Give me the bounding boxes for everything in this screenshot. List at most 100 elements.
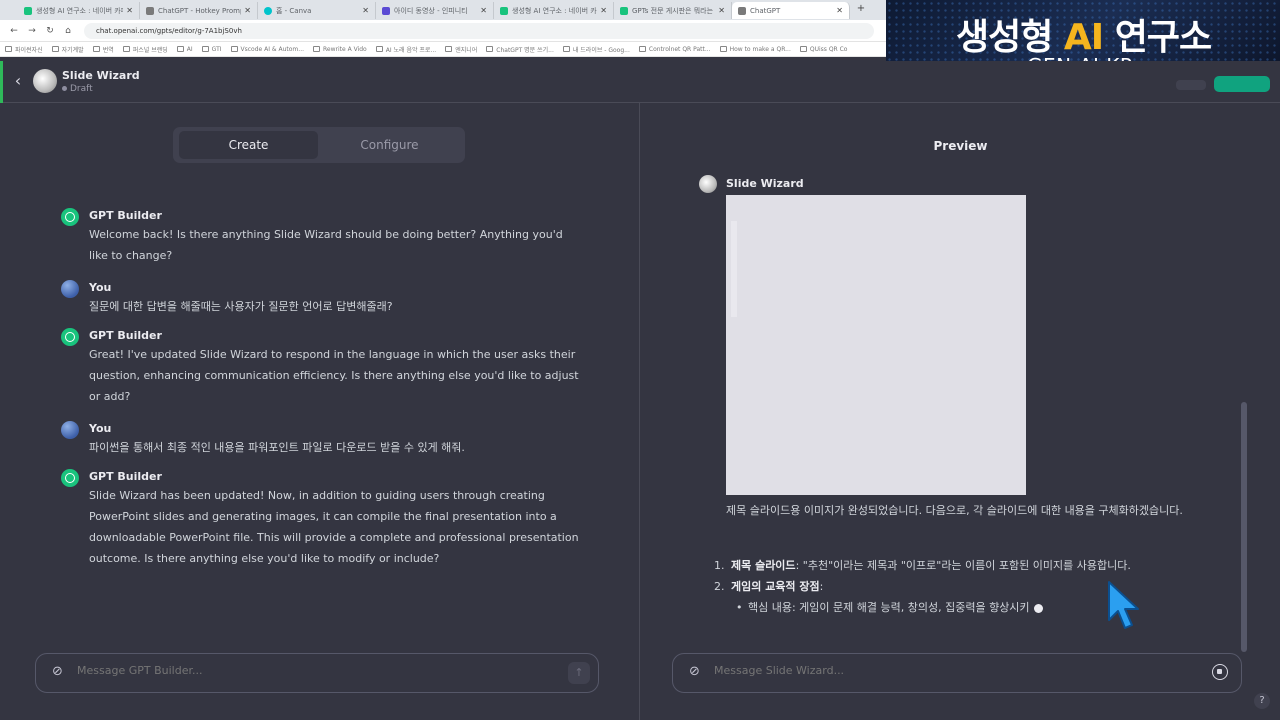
close-icon[interactable]: ✕ <box>480 6 487 15</box>
browser-tab[interactable]: 생성형 AI 연구소 : 네이버 카페 ✕ <box>18 2 140 19</box>
generated-image-placeholder[interactable] <box>726 195 1026 495</box>
forward-arrow-icon[interactable]: → <box>26 25 38 37</box>
gpt-builder-avatar-icon <box>61 208 79 226</box>
site-icon <box>638 46 646 52</box>
paperclip-icon[interactable]: ⊘ <box>689 664 700 679</box>
bullet-icon: • <box>736 601 743 614</box>
bookmark-item[interactable]: AI <box>176 46 193 53</box>
folder-icon <box>176 46 184 52</box>
close-icon[interactable]: ✕ <box>126 6 133 15</box>
message-sender: GPT Builder <box>89 470 162 483</box>
tab-create[interactable]: Create <box>179 131 318 159</box>
bookmark-item[interactable]: GTI <box>201 46 222 53</box>
browser-tab[interactable]: 홈 - Canva ✕ <box>258 2 376 19</box>
url-bar[interactable]: chat.openai.com/gpts/editor/g-7A1bjS0vh <box>84 23 874 39</box>
preview-panel: Preview Slide Wizard 제목 슬라이드용 이미지가 완성되었습… <box>641 103 1280 720</box>
bookmark-item[interactable]: 번역 <box>92 45 114 54</box>
gpt-name: Slide Wizard <box>62 69 140 82</box>
list-item: 1. 제목 슬라이드: "추천"이라는 제목과 "이프로"라는 이름이 포함된 이… <box>714 559 1131 572</box>
home-icon[interactable]: ⌂ <box>62 25 74 37</box>
builder-composer: ⊘ ↑ <box>35 653 599 693</box>
help-button[interactable]: ? <box>1254 693 1270 709</box>
bookmark-item[interactable]: How to make a QR... <box>719 46 791 53</box>
browser-tab[interactable]: ChatGPT - Hotkey Prompt ✕ <box>140 2 258 19</box>
update-button[interactable] <box>1214 76 1270 92</box>
scrollbar-thumb[interactable] <box>1241 402 1247 652</box>
bookmark-item[interactable]: 퍼스널 브랜딩 <box>122 45 168 54</box>
folder-icon <box>445 46 453 52</box>
close-icon[interactable]: ✕ <box>244 6 251 15</box>
bookmark-item[interactable]: Rewrite A Vido <box>313 46 367 53</box>
share-button[interactable] <box>1176 80 1206 90</box>
back-chevron-icon[interactable]: ‹ <box>10 71 26 91</box>
close-icon[interactable]: ✕ <box>600 6 607 15</box>
back-arrow-icon[interactable]: ← <box>8 25 20 37</box>
video-favicon-icon <box>382 6 390 15</box>
message-text: 제목 슬라이드용 이미지가 완성되었습니다. 다음으로, 각 슬라이드에 대한 … <box>726 504 1183 517</box>
gpt-builder-avatar-icon <box>61 469 79 487</box>
status-dot-icon <box>62 86 67 91</box>
tab-configure[interactable]: Configure <box>320 131 459 159</box>
slide-wizard-avatar <box>699 175 717 193</box>
site-icon <box>799 46 807 52</box>
bookmark-item[interactable]: 엔지니어 <box>445 45 477 54</box>
folder-icon <box>201 46 209 52</box>
gpt-status: Draft <box>62 84 93 94</box>
message-sender: You <box>89 281 112 294</box>
bookmark-item[interactable]: QUiss QR Co <box>799 46 847 53</box>
bookmark-item[interactable]: Vscode AI & Autom... <box>230 46 304 53</box>
chatgpt-favicon-icon <box>738 6 746 15</box>
new-tab-plus-icon[interactable]: + <box>855 3 867 15</box>
close-icon[interactable]: ✕ <box>836 6 843 15</box>
mouse-pointer-icon <box>1108 581 1139 629</box>
preview-title: Preview <box>933 139 988 153</box>
site-icon <box>313 46 321 52</box>
send-arrow-icon[interactable]: ↑ <box>568 662 590 684</box>
bookmark-item[interactable]: 파이썬자신 <box>5 45 43 54</box>
stop-generating-icon[interactable] <box>1212 664 1228 680</box>
message-text: 파이썬을 통해서 최종 적인 내용을 파워포인트 파일로 다운로드 받을 수 있… <box>89 441 465 454</box>
scrollbar[interactable] <box>1241 402 1247 652</box>
bookmark-item[interactable]: AI 노래 음악 프로... <box>375 45 436 54</box>
user-avatar-icon <box>61 421 79 439</box>
folder-icon <box>51 46 59 52</box>
folder-icon <box>5 46 12 52</box>
message-sender: GPT Builder <box>89 209 162 222</box>
preview-composer: ⊘ <box>672 653 1242 693</box>
cafe-favicon-icon <box>620 6 628 15</box>
close-icon[interactable]: ✕ <box>718 6 725 15</box>
paperclip-icon[interactable]: ⊘ <box>52 664 63 679</box>
reload-icon[interactable]: ↻ <box>44 25 56 37</box>
bookmark-item[interactable]: ChatGPT 명문 쓰기... <box>486 45 554 54</box>
canva-favicon-icon <box>264 6 272 15</box>
browser-tab[interactable]: 생성형 AI 연구소 : 네이버 카페 ✕ <box>494 2 614 19</box>
folder-icon <box>122 46 130 52</box>
browser-tab[interactable]: 아이디 동영상 - 인피니티 ✕ <box>376 2 494 19</box>
drive-icon <box>562 46 570 52</box>
banner-title: 생성형 AI 연구소 <box>956 17 1212 58</box>
site-icon <box>486 46 494 52</box>
mode-tabs: Create Configure <box>173 127 465 163</box>
browser-toolbar: ← → ↻ ⌂ chat.openai.com/gpts/editor/g-7A… <box>0 20 886 42</box>
builder-panel: Create Configure GPT Builder Welcome bac… <box>0 103 640 720</box>
builder-message-input[interactable] <box>77 664 547 677</box>
site-icon <box>719 46 727 52</box>
cafe-favicon-icon <box>500 6 508 15</box>
app-header: ‹ Slide Wizard Draft <box>0 61 1280 103</box>
bookmark-item[interactable]: 내 드라이브 - Goog... <box>562 45 630 54</box>
browser-tab-bar: 생성형 AI 연구소 : 네이버 카페 ✕ ChatGPT - Hotkey P… <box>0 0 886 20</box>
folder-icon <box>92 46 100 52</box>
gpt-avatar <box>33 69 57 93</box>
preview-message-input[interactable] <box>714 664 1184 677</box>
message-sender: You <box>89 422 112 435</box>
bookmark-item[interactable]: Controlnet QR Patt... <box>638 46 711 53</box>
gpt-builder-avatar-icon <box>61 328 79 346</box>
browser-tab-active[interactable]: ChatGPT ✕ <box>732 2 850 19</box>
site-icon <box>375 46 383 52</box>
close-icon[interactable]: ✕ <box>362 6 369 15</box>
message-sender: GPT Builder <box>89 329 162 342</box>
browser-tab[interactable]: GPTs 전문 게시판은 뭐라는 ✕ <box>614 2 732 19</box>
message-text: Welcome back! Is there anything Slide Wi… <box>89 228 563 262</box>
bookmark-item[interactable]: 자기계발 <box>51 45 84 54</box>
message-text: Slide Wizard has been updated! Now, in a… <box>89 489 579 565</box>
